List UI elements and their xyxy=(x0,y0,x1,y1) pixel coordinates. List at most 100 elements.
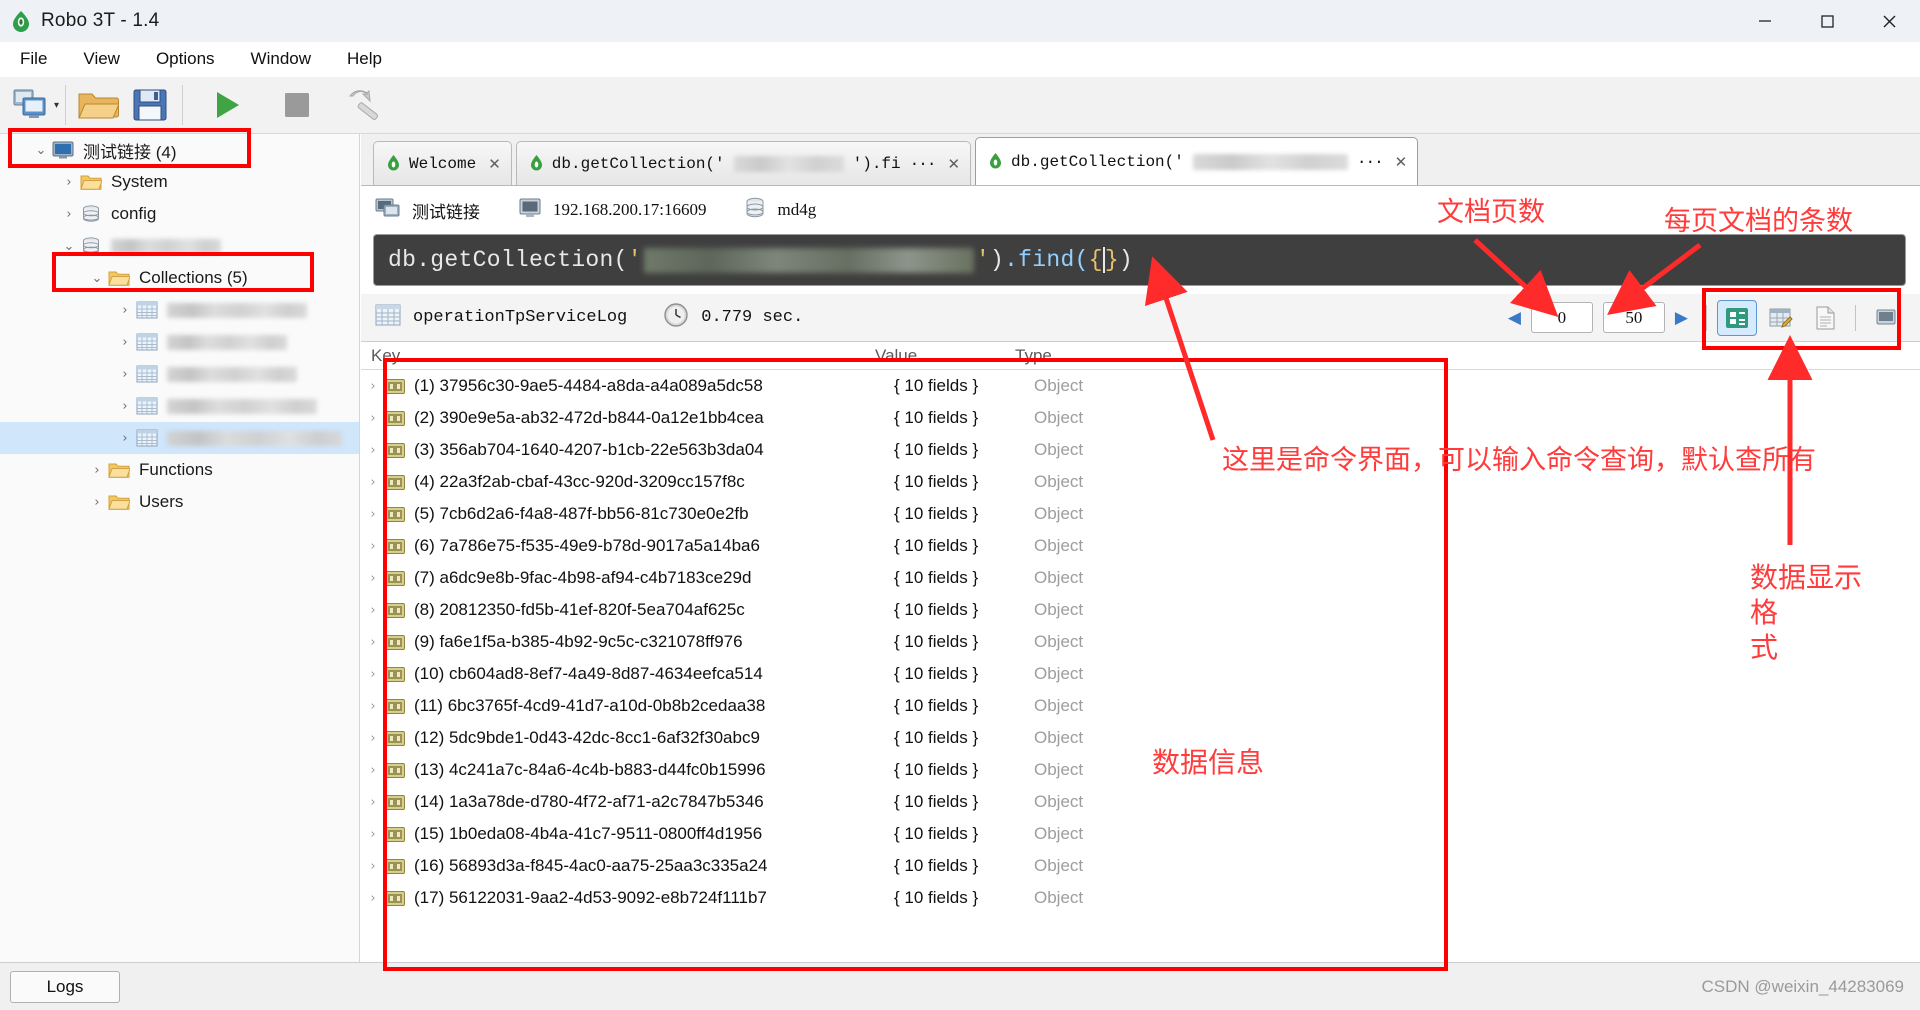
tab-close-icon[interactable]: ✕ xyxy=(944,155,960,173)
results-row[interactable]: › (11) 6bc3765f-4cd9-41d7-a10d-0b8b2cedaa… xyxy=(361,690,1920,722)
tab-welcome[interactable]: Welcome ✕ xyxy=(373,141,512,185)
table-view-icon[interactable] xyxy=(1761,300,1801,336)
page-number-input[interactable] xyxy=(1530,302,1593,333)
row-type-cell: Object xyxy=(1034,856,1084,875)
tree-node-collection-8[interactable]: › xyxy=(0,422,359,454)
close-button[interactable] xyxy=(1858,0,1920,42)
results-row[interactable]: › (2) 390e9e5a-ab32-472d-b844-0a12e1bb4ce… xyxy=(361,402,1920,434)
tree-node-collection-6[interactable]: › xyxy=(0,358,359,390)
results-row[interactable]: › (7) a6dc9e8b-9fac-4b98-af94-c4b7183ce29… xyxy=(361,562,1920,594)
chevron-right-icon[interactable]: › xyxy=(361,731,385,746)
results-row[interactable]: › (14) 1a3a78de-d780-4f72-af71-a2c7847b53… xyxy=(361,786,1920,818)
logs-button[interactable]: Logs xyxy=(10,970,120,1003)
chevron-down-icon[interactable]: ⌄ xyxy=(58,239,80,254)
text-view-icon[interactable] xyxy=(1805,300,1845,336)
maximize-result-icon[interactable] xyxy=(1866,300,1906,336)
chevron-right-icon[interactable]: › xyxy=(361,539,385,554)
chevron-right-icon[interactable]: › xyxy=(114,367,136,382)
tree-connection-root[interactable]: ⌄ 测试链接 (4) xyxy=(0,134,359,166)
menu-bar: File View Options Window Help xyxy=(0,42,1920,77)
tab-query-1[interactable]: db.getCollection(' ').fi ··· ✕ xyxy=(515,141,972,185)
chevron-right-icon[interactable]: › xyxy=(86,463,108,478)
page-size-input[interactable] xyxy=(1602,302,1665,333)
chevron-right-icon[interactable]: › xyxy=(361,763,385,778)
tab-query-2[interactable]: db.getCollection(' ··· ✕ xyxy=(975,137,1419,185)
results-row[interactable]: › (13) 4c241a7c-84a6-4c4b-b883-d44fc0b159… xyxy=(361,754,1920,786)
document-icon xyxy=(385,602,405,618)
next-page-button[interactable]: ▶ xyxy=(1675,308,1688,328)
chevron-right-icon[interactable]: › xyxy=(361,699,385,714)
chevron-right-icon[interactable]: › xyxy=(361,379,385,394)
chevron-down-icon[interactable]: ⌄ xyxy=(86,271,108,286)
results-row[interactable]: › (9) fa6e1f5a-b385-4b92-9c5c-c321078ff97… xyxy=(361,626,1920,658)
execute-run-icon[interactable] xyxy=(201,80,253,130)
chevron-right-icon[interactable]: › xyxy=(114,399,136,414)
open-folder-icon[interactable] xyxy=(72,80,124,130)
row-type-cell: Object xyxy=(1034,504,1084,523)
tab-close-icon[interactable]: ✕ xyxy=(1392,153,1408,171)
query-editor[interactable]: db.getCollection(' ') .find({}) xyxy=(373,234,1906,286)
chevron-right-icon[interactable]: › xyxy=(86,495,108,510)
tree-node-functions[interactable]: › Functions xyxy=(0,454,359,486)
save-icon[interactable] xyxy=(124,80,176,130)
chevron-right-icon[interactable]: › xyxy=(361,603,385,618)
chevron-right-icon[interactable]: › xyxy=(361,635,385,650)
results-row[interactable]: › (16) 56893d3a-f845-4ac0-aa75-25aa3c335a… xyxy=(361,850,1920,882)
chevron-right-icon[interactable]: › xyxy=(361,827,385,842)
tree-view-icon[interactable] xyxy=(1717,299,1757,336)
results-row[interactable]: ›(18) 5187ed92-f35d-4ab3-bc43-f0fb63009e… xyxy=(361,914,1920,920)
results-row[interactable]: › (15) 1b0eda08-4b4a-41c7-9511-0800ff4d19… xyxy=(361,818,1920,850)
maximize-button[interactable] xyxy=(1796,0,1858,42)
menu-item-view[interactable]: View xyxy=(67,45,136,73)
chevron-right-icon[interactable]: › xyxy=(361,667,385,682)
tree-node-collection-2[interactable]: ⌄ xyxy=(0,230,359,262)
tree-node-collection-4[interactable]: › xyxy=(0,294,359,326)
results-panel[interactable]: Key Value Type › (1) 37956c30-9ae5-4484-a… xyxy=(361,342,1920,920)
chevron-right-icon[interactable]: › xyxy=(58,207,80,222)
results-row[interactable]: › (10) cb604ad8-8ef7-4a49-8d87-4634eefca5… xyxy=(361,658,1920,690)
row-value-cell: { 10 fields } xyxy=(894,408,979,427)
tab-close-icon[interactable]: ✕ xyxy=(485,155,501,173)
document-icon xyxy=(385,698,405,714)
row-key-cell: (4) 22a3f2ab-cbaf-43cc-920d-3209cc157f8c xyxy=(414,472,745,491)
chevron-right-icon[interactable]: › xyxy=(361,859,385,874)
chevron-down-icon[interactable]: ⌄ xyxy=(30,143,52,158)
tree-node-collection-7[interactable]: › xyxy=(0,390,359,422)
tree-node-collection-5[interactable]: › xyxy=(0,326,359,358)
results-row[interactable]: › (3) 356ab704-1640-4207-b1cb-22e563b3da0… xyxy=(361,434,1920,466)
chevron-right-icon[interactable]: › xyxy=(361,411,385,426)
results-row[interactable]: › (17) 56122031-9aa2-4d53-9092-e8b724f111… xyxy=(361,882,1920,914)
menu-item-help[interactable]: Help xyxy=(331,45,398,73)
tree-node-collections-5[interactable]: ⌄ Collections (5) xyxy=(0,262,359,294)
chevron-right-icon[interactable]: › xyxy=(361,507,385,522)
results-row[interactable]: › (1) 37956c30-9ae5-4484-a8da-a4a089a5dc5… xyxy=(361,370,1920,402)
tree-node-config[interactable]: › config xyxy=(0,198,359,230)
chevron-right-icon[interactable]: › xyxy=(114,303,136,318)
minimize-button[interactable] xyxy=(1734,0,1796,42)
rotate-tools-icon[interactable] xyxy=(341,80,393,130)
tree-node-system[interactable]: › System xyxy=(0,166,359,198)
results-row[interactable]: › (12) 5dc9bde1-0d43-42dc-8cc1-6af32f30ab… xyxy=(361,722,1920,754)
row-type-cell: Object xyxy=(1034,408,1084,427)
chevron-right-icon[interactable]: › xyxy=(58,175,80,190)
chevron-right-icon[interactable]: › xyxy=(114,335,136,350)
menu-item-file[interactable]: File xyxy=(4,45,63,73)
chevron-right-icon[interactable]: › xyxy=(361,891,385,906)
results-row[interactable]: › (5) 7cb6d2a6-f4a8-487f-bb56-81c730e0e2f… xyxy=(361,498,1920,530)
menu-item-window[interactable]: Window xyxy=(235,45,327,73)
results-row[interactable]: › (4) 22a3f2ab-cbaf-43cc-920d-3209cc157f8… xyxy=(361,466,1920,498)
prev-page-button[interactable]: ◀ xyxy=(1508,308,1521,328)
chevron-right-icon[interactable]: › xyxy=(361,475,385,490)
chevron-right-icon[interactable]: › xyxy=(361,571,385,586)
new-connection-icon[interactable] xyxy=(6,80,58,130)
chevron-right-icon[interactable]: › xyxy=(114,431,136,446)
tree-node-users[interactable]: › Users xyxy=(0,486,359,518)
stop-icon[interactable] xyxy=(271,80,323,130)
chevron-right-icon[interactable]: › xyxy=(361,443,385,458)
results-row[interactable]: › (6) 7a786e75-f535-49e9-b78d-9017a5a14ba… xyxy=(361,530,1920,562)
results-row[interactable]: › (8) 20812350-fd5b-41ef-820f-5ea704af625… xyxy=(361,594,1920,626)
document-icon xyxy=(385,794,405,810)
menu-item-options[interactable]: Options xyxy=(140,45,231,73)
explorer-sidebar[interactable]: ⌄ 测试链接 (4) › System › config ⌄ ⌄ Collections (… xyxy=(0,134,360,962)
chevron-right-icon[interactable]: › xyxy=(361,795,385,810)
